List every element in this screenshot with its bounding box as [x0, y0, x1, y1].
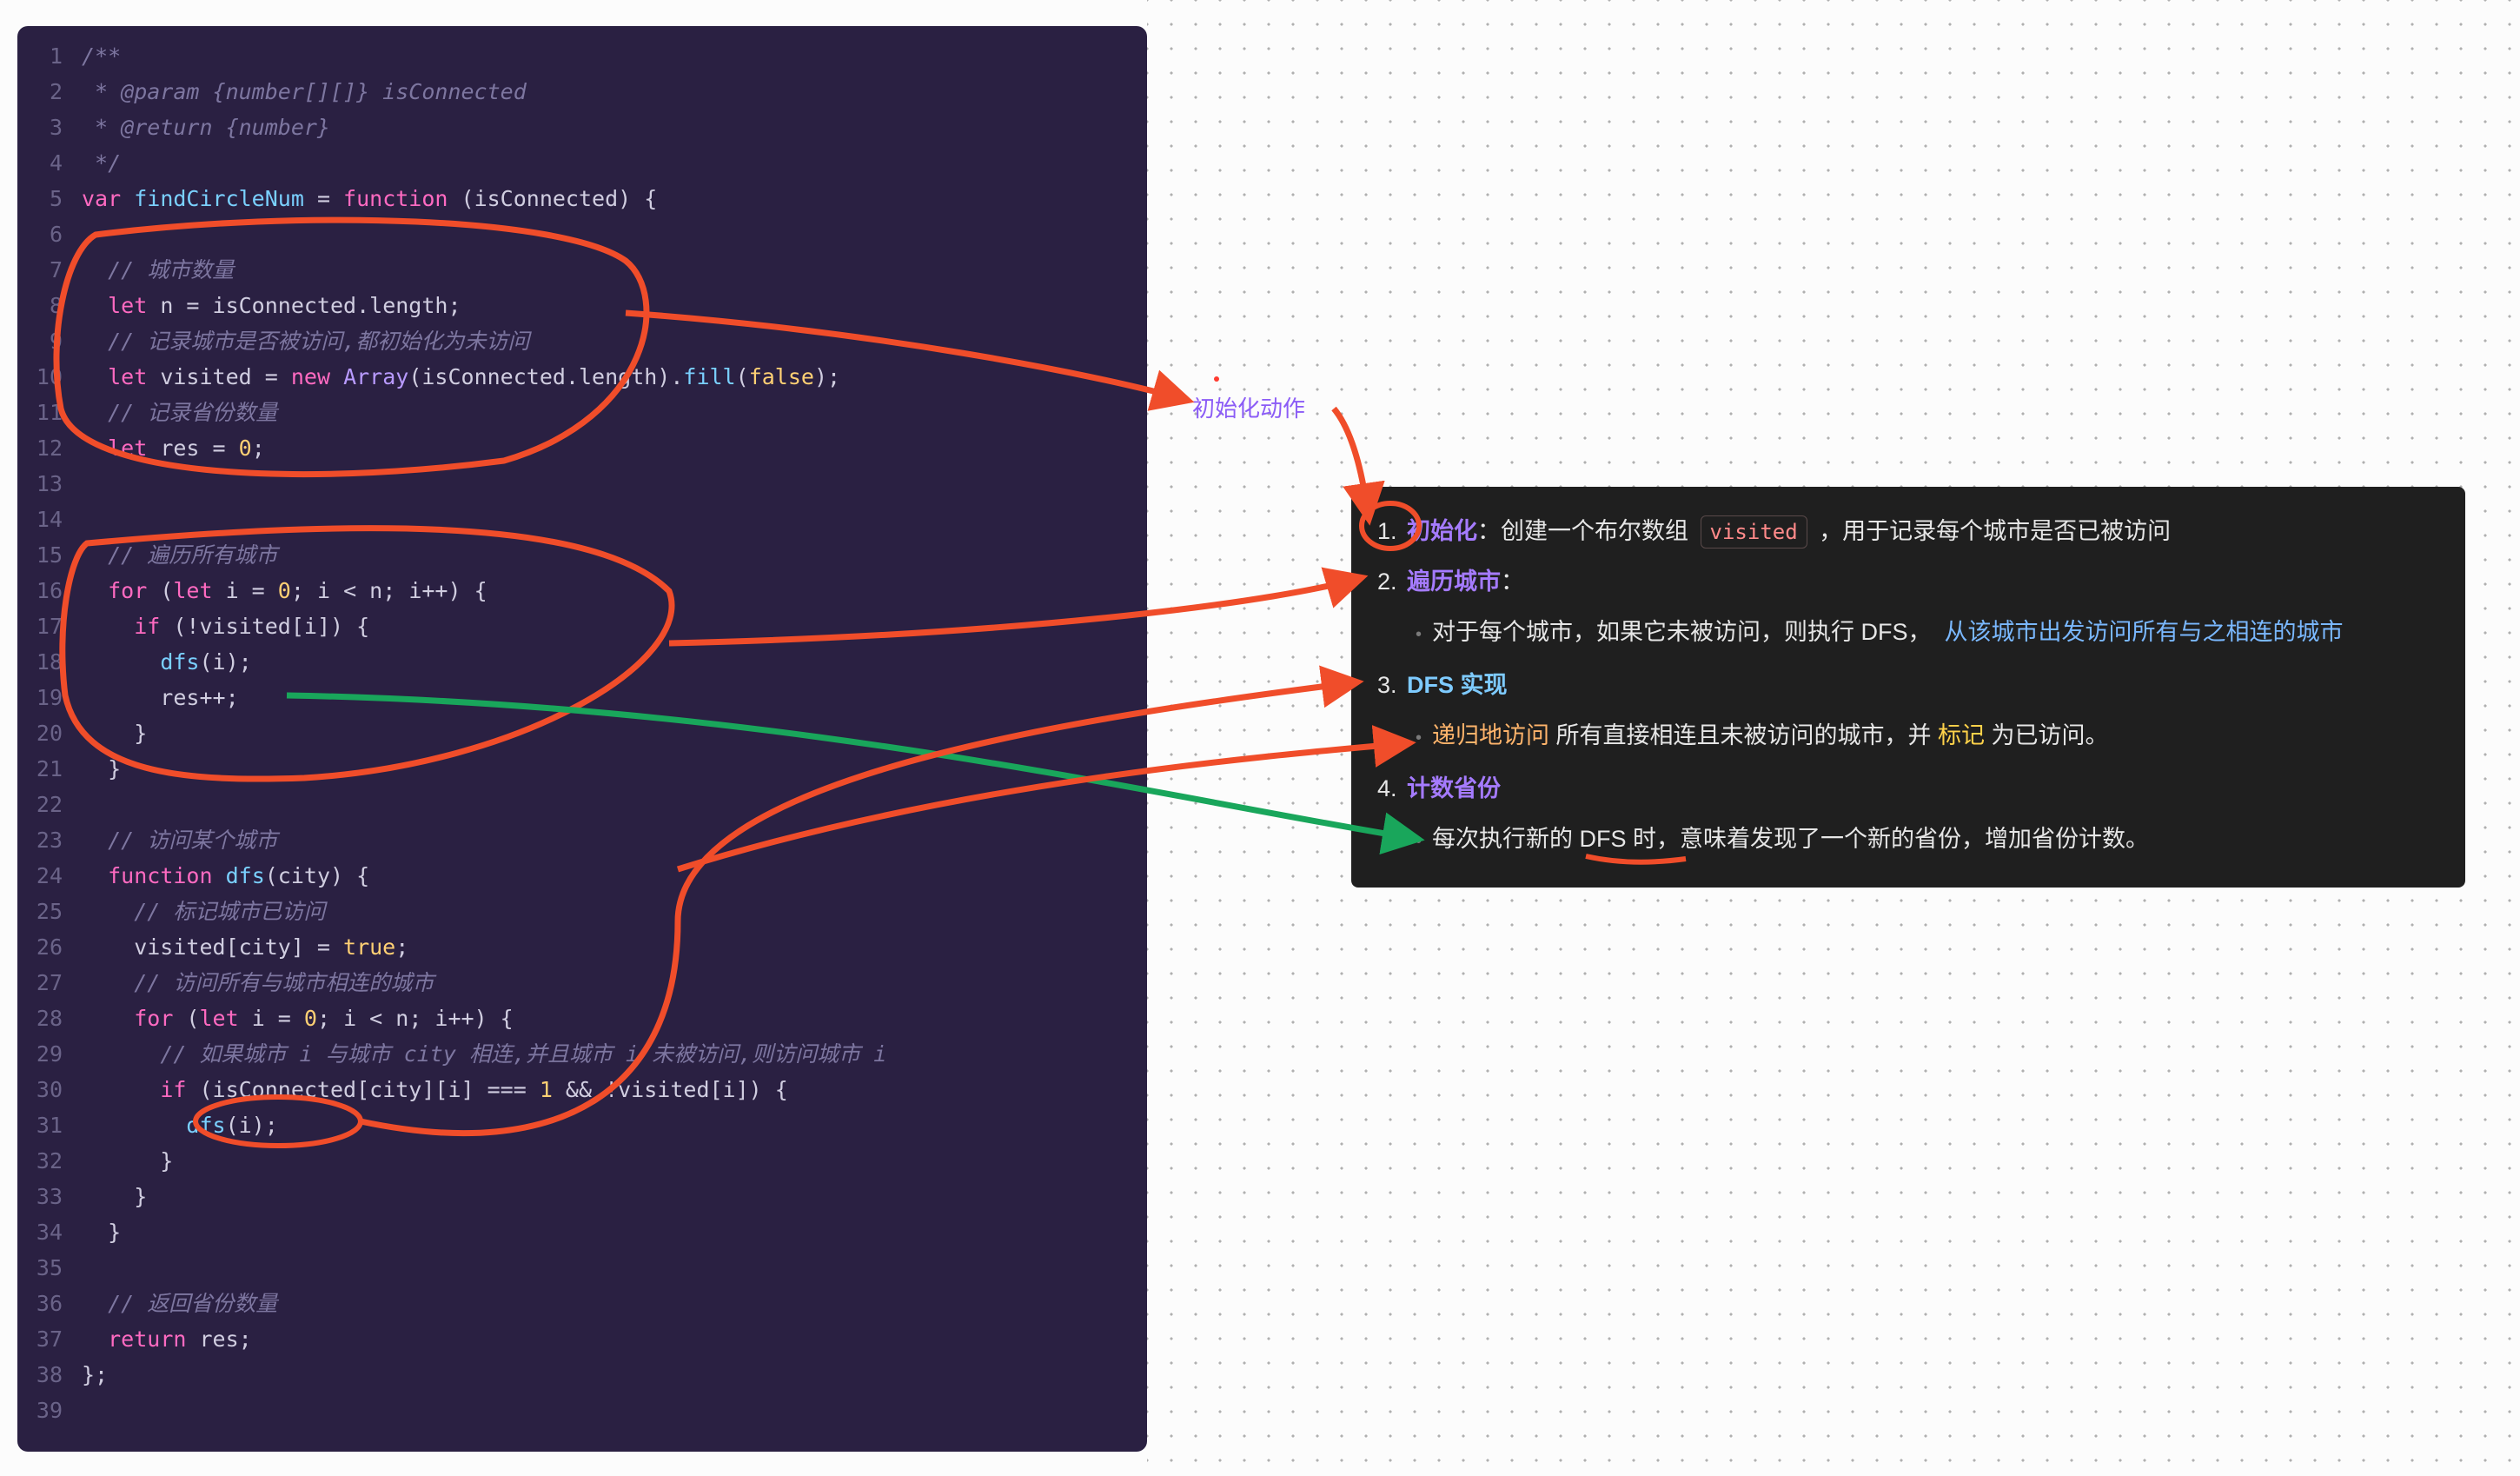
annotation-label-init: 初始化动作: [1192, 391, 1305, 423]
line-number: 26: [17, 929, 63, 965]
line-number: 2: [17, 74, 63, 110]
line-number: 29: [17, 1036, 63, 1072]
code-line[interactable]: }: [82, 1214, 886, 1250]
code-line[interactable]: if (isConnected[city][i] === 1 && !visit…: [82, 1072, 886, 1107]
line-number: 21: [17, 751, 63, 787]
line-number: 38: [17, 1357, 63, 1393]
code-line[interactable]: // 访问某个城市: [82, 822, 886, 858]
code-line[interactable]: var findCircleNum = function (isConnecte…: [82, 181, 886, 216]
line-number: 35: [17, 1250, 63, 1286]
line-number: 18: [17, 644, 63, 680]
code-line[interactable]: }: [82, 1179, 886, 1214]
line-number: 11: [17, 395, 63, 430]
line-number: 1: [17, 38, 63, 74]
line-number: 36: [17, 1286, 63, 1321]
line-number: 25: [17, 894, 63, 929]
code-line[interactable]: // 记录省份数量: [82, 395, 886, 430]
code-line[interactable]: */: [82, 145, 886, 181]
code-area[interactable]: /** * @param {number[][]} isConnected * …: [78, 26, 886, 1452]
code-line[interactable]: return res;: [82, 1321, 886, 1357]
code-line[interactable]: for (let i = 0; i < n; i++) {: [82, 573, 886, 608]
line-number: 27: [17, 965, 63, 1001]
code-line[interactable]: // 记录城市是否被访问,都初始化为未访问: [82, 323, 886, 359]
code-line[interactable]: // 标记城市已访问: [82, 894, 886, 929]
explanation-subitem: •递归地访问 所有直接相连且未被访问的城市，并 标记 为已访问。: [1377, 710, 2444, 763]
code-line[interactable]: }: [82, 751, 886, 787]
line-number: 24: [17, 858, 63, 894]
code-line[interactable]: }: [82, 715, 886, 751]
explanation-item: 4.计数省份: [1377, 763, 2444, 814]
code-line[interactable]: /**: [82, 38, 886, 74]
line-number: 5: [17, 181, 63, 216]
code-line[interactable]: // 城市数量: [82, 252, 886, 288]
code-line[interactable]: dfs(i);: [82, 1107, 886, 1143]
code-editor: 1234567891011121314151617181920212223242…: [17, 26, 1147, 1452]
line-number: 9: [17, 323, 63, 359]
explanation-item: 2.遍历城市：: [1377, 556, 2444, 607]
explanation-subitem: •每次执行新的 DFS 时，意味着发现了一个新的省份，增加省份计数。: [1377, 814, 2444, 867]
line-number: 3: [17, 110, 63, 145]
code-line[interactable]: [82, 466, 886, 502]
line-number: 32: [17, 1143, 63, 1179]
line-number: 15: [17, 537, 63, 573]
code-line[interactable]: let n = isConnected.length;: [82, 288, 886, 323]
code-line[interactable]: // 访问所有与城市相连的城市: [82, 965, 886, 1001]
line-number: 12: [17, 430, 63, 466]
explanation-panel: 1.初始化：创建一个布尔数组 visited ，用于记录每个城市是否已被访问2.…: [1351, 487, 2465, 888]
code-line[interactable]: // 遍历所有城市: [82, 537, 886, 573]
code-line[interactable]: };: [82, 1357, 886, 1393]
code-line[interactable]: * @return {number}: [82, 110, 886, 145]
line-number: 33: [17, 1179, 63, 1214]
explanation-item: 1.初始化：创建一个布尔数组 visited ，用于记录每个城市是否已被访问: [1377, 506, 2444, 556]
code-line[interactable]: let res = 0;: [82, 430, 886, 466]
line-number: 7: [17, 252, 63, 288]
line-number: 37: [17, 1321, 63, 1357]
line-number: 6: [17, 216, 63, 252]
code-line[interactable]: // 返回省份数量: [82, 1286, 886, 1321]
code-line[interactable]: * @param {number[][]} isConnected: [82, 74, 886, 110]
code-line[interactable]: }: [82, 1143, 886, 1179]
code-line[interactable]: res++;: [82, 680, 886, 715]
code-line[interactable]: [82, 502, 886, 537]
code-line[interactable]: [82, 1393, 886, 1428]
line-number: 14: [17, 502, 63, 537]
code-line[interactable]: dfs(i);: [82, 644, 886, 680]
code-line[interactable]: let visited = new Array(isConnected.leng…: [82, 359, 886, 395]
code-line[interactable]: if (!visited[i]) {: [82, 608, 886, 644]
code-line[interactable]: // 如果城市 i 与城市 city 相连,并且城市 i 未被访问,则访问城市 …: [82, 1036, 886, 1072]
code-line[interactable]: [82, 787, 886, 822]
code-line[interactable]: function dfs(city) {: [82, 858, 886, 894]
line-gutter: 1234567891011121314151617181920212223242…: [17, 26, 78, 1452]
explanation-subitem: •对于每个城市，如果它未被访问，则执行 DFS， 从该城市出发访问所有与之相连的…: [1377, 607, 2444, 660]
line-number: 31: [17, 1107, 63, 1143]
line-number: 16: [17, 573, 63, 608]
explanation-item: 3.DFS 实现: [1377, 660, 2444, 710]
line-number: 20: [17, 715, 63, 751]
code-line[interactable]: visited[city] = true;: [82, 929, 886, 965]
line-number: 17: [17, 608, 63, 644]
line-number: 19: [17, 680, 63, 715]
line-number: 10: [17, 359, 63, 395]
line-number: 28: [17, 1001, 63, 1036]
line-number: 39: [17, 1393, 63, 1428]
line-number: 34: [17, 1214, 63, 1250]
code-line[interactable]: for (let i = 0; i < n; i++) {: [82, 1001, 886, 1036]
line-number: 30: [17, 1072, 63, 1107]
line-number: 4: [17, 145, 63, 181]
line-number: 13: [17, 466, 63, 502]
line-number: 22: [17, 787, 63, 822]
code-line[interactable]: [82, 216, 886, 252]
line-number: 23: [17, 822, 63, 858]
line-number: 8: [17, 288, 63, 323]
code-line[interactable]: [82, 1250, 886, 1286]
